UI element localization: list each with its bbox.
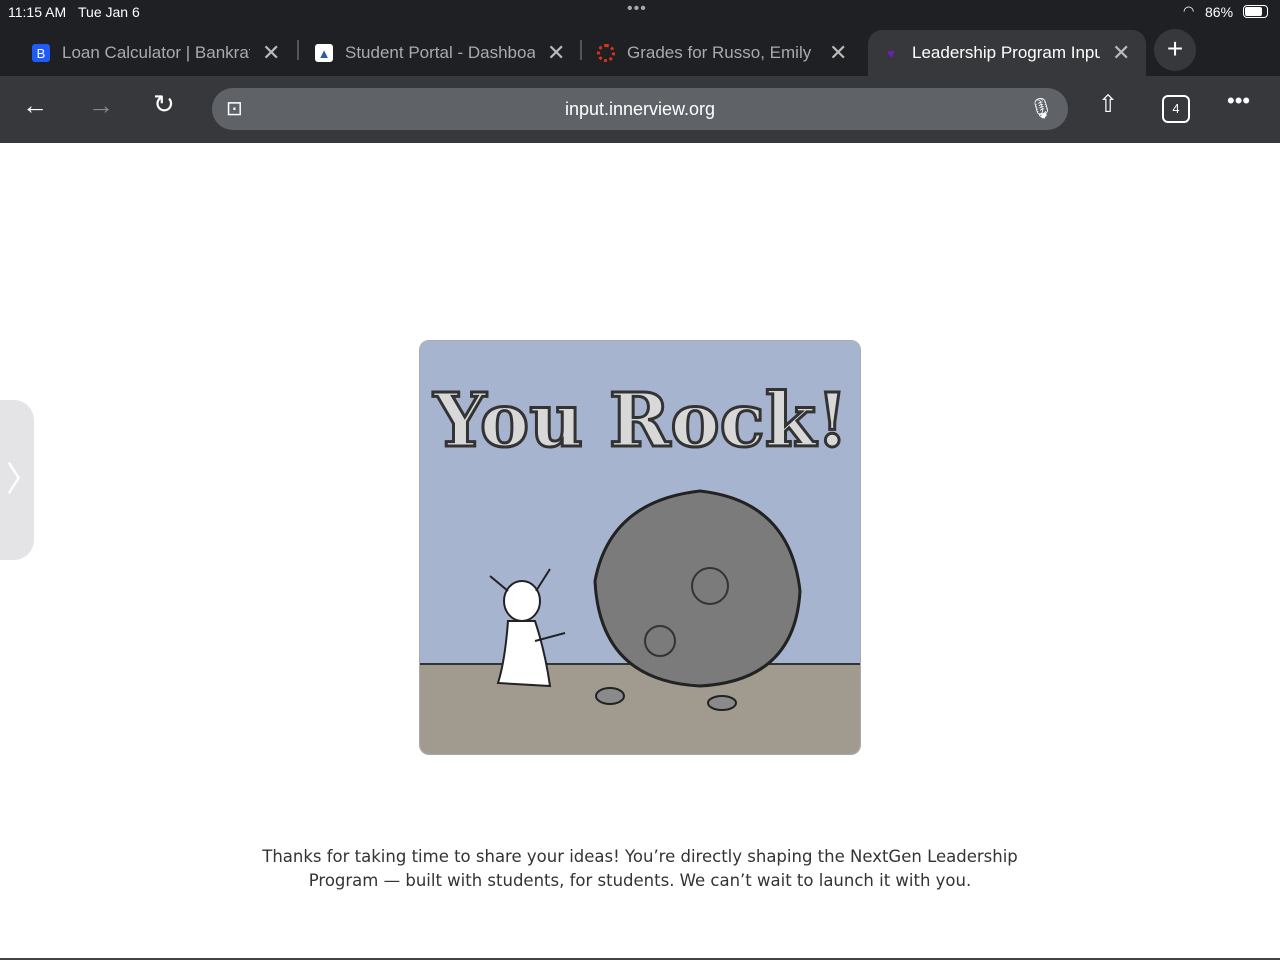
battery-percent: 86% bbox=[1205, 4, 1234, 20]
status-time: 11:15 AM bbox=[8, 4, 67, 20]
forward-button[interactable]: → bbox=[88, 90, 114, 121]
you-rock-image: You Rock! bbox=[419, 340, 861, 755]
tab-divider bbox=[580, 40, 582, 60]
close-tab-icon[interactable]: ✕ bbox=[547, 40, 565, 66]
close-tab-icon[interactable]: ✕ bbox=[829, 40, 847, 66]
tab-grades[interactable]: Grades for Russo, Emily ✕ bbox=[597, 30, 847, 76]
tab-count-button[interactable]: 4 bbox=[1162, 95, 1190, 123]
new-tab-button[interactable]: + bbox=[1154, 29, 1196, 71]
status-date: Tue Jan 6 bbox=[78, 4, 140, 20]
innerview-favicon-icon: ♥ bbox=[887, 45, 895, 61]
sidebar-toggle[interactable]: 〉 bbox=[0, 400, 40, 560]
thank-you-message: Thanks for taking time to share your ide… bbox=[240, 845, 1040, 893]
bankrate-favicon-icon: B bbox=[32, 44, 50, 62]
student-portal-favicon-icon: ▲ bbox=[315, 44, 333, 62]
more-menu-button[interactable]: ••• bbox=[1227, 88, 1250, 114]
close-tab-icon[interactable]: ✕ bbox=[1112, 40, 1130, 66]
tab-title: Grades for Russo, Emily bbox=[627, 43, 812, 62]
message-line: Program — built with students, for stude… bbox=[308, 871, 972, 890]
toolbar: ← → ↻ ⊡ input.innerview.org 🎙 ⇧ 4 ••• bbox=[0, 76, 1280, 143]
wifi-icon: ◠ bbox=[1183, 3, 1195, 18]
address-bar[interactable]: ⊡ input.innerview.org 🎙 bbox=[212, 88, 1068, 130]
tab-title: Leadership Program Input bbox=[912, 43, 1100, 62]
battery-icon bbox=[1243, 5, 1268, 18]
reload-button[interactable]: ↻ bbox=[153, 89, 175, 120]
share-button[interactable]: ⇧ bbox=[1098, 90, 1118, 119]
lens-icon[interactable]: ⊡ bbox=[226, 88, 243, 130]
tab-loan-calculator[interactable]: B Loan Calculator | Bankrate ✕ bbox=[32, 30, 280, 76]
multitask-dots-icon[interactable]: ••• bbox=[627, 0, 647, 18]
url-text: input.innerview.org bbox=[564, 99, 716, 119]
microphone-icon[interactable]: 🎙 bbox=[1029, 88, 1054, 130]
tab-divider bbox=[297, 40, 299, 60]
tab-student-portal[interactable]: ▲ Student Portal - Dashboard ✕ bbox=[315, 30, 565, 76]
you-rock-caption: You Rock! bbox=[433, 378, 849, 464]
tab-leadership-program[interactable]: ♥ Leadership Program Input ✕ bbox=[868, 30, 1146, 76]
tab-bar: B Loan Calculator | Bankrate ✕ ▲ Student… bbox=[0, 26, 1280, 76]
message-line: Thanks for taking time to share your ide… bbox=[262, 847, 1018, 866]
tab-title: Loan Calculator | Bankrate bbox=[62, 43, 250, 62]
tab-title: Student Portal - Dashboard bbox=[345, 43, 535, 62]
boulder bbox=[593, 489, 802, 688]
back-button[interactable]: ← bbox=[22, 90, 48, 121]
canvas-favicon-icon bbox=[597, 44, 615, 62]
close-tab-icon[interactable]: ✕ bbox=[262, 40, 280, 66]
status-bar: 11:15 AM Tue Jan 6 ••• ◠ 86% bbox=[0, 0, 1280, 26]
